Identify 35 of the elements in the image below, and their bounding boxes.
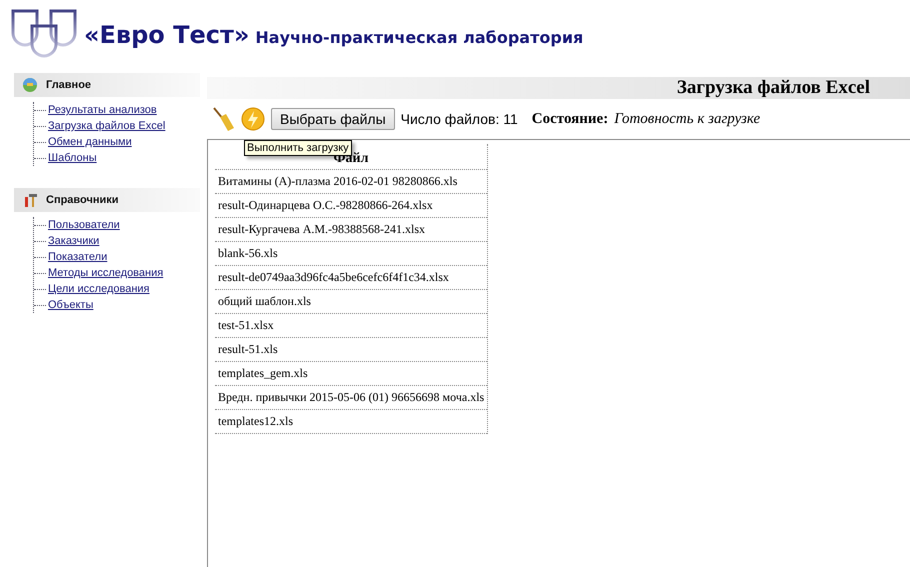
table-cell: templates12.xls [215, 410, 487, 434]
sidebar-link[interactable]: Показатели [48, 251, 108, 263]
sidebar-link[interactable]: Методы исследования [48, 267, 164, 279]
table-cell: blank-56.xls [215, 242, 487, 266]
globe-icon [22, 77, 38, 93]
file-count: Число файлов: 11 [400, 111, 518, 127]
table-cell: Витамины (А)-плазма 2016-02-01 98280866.xls [215, 170, 487, 194]
site-subtitle: Научно-практическая лаборатория [255, 28, 584, 46]
brand-name: «Евро Тест» [84, 21, 250, 49]
sidebar-link[interactable]: Заказчики [48, 235, 100, 247]
lightning-icon[interactable] [241, 107, 265, 131]
sidebar-link[interactable]: Шаблоны [48, 152, 97, 164]
section-title: Справочники [46, 194, 119, 206]
tooltip: Выполнить загрузку [244, 140, 352, 156]
table-cell: Вредн. привычки 2015-05-06 (01) 96656698 моча.xls [215, 386, 487, 410]
table-cell: test-51.xlsx [215, 314, 487, 338]
page-title: Загрузка файлов Excel [207, 77, 910, 99]
table-cell: result-51.xls [215, 338, 487, 362]
table-cell: общий шаблон.xls [215, 290, 487, 314]
table-cell: result-de0749aa3d96fc4a5be6cefc6f4f1c34.xlsx [215, 266, 487, 290]
table-cell: result-Одинарцева О.С.-98280866-264.xlsx [215, 194, 487, 218]
state-value: Готовность к загрузке [614, 110, 760, 128]
sidebar-link[interactable]: Объекты [48, 299, 94, 311]
table-cell: templates_gem.xls [215, 362, 487, 386]
choose-files-button[interactable]: Выбрать файлы [271, 108, 395, 130]
state-label: Состояние: [532, 110, 608, 128]
section-title: Главное [46, 79, 92, 91]
broom-icon[interactable] [211, 106, 235, 132]
sidebar-link[interactable]: Цели исследования [48, 283, 150, 295]
tools-icon [22, 192, 38, 208]
sidebar-link[interactable]: Результаты анализов [48, 104, 157, 116]
table-cell: result-Кургачева А.М.-98388568-241.xlsx [215, 218, 487, 242]
sidebar-link[interactable]: Загрузка файлов Excel [48, 120, 166, 132]
sidebar-link[interactable]: Пользователи [48, 219, 120, 231]
sidebar-link[interactable]: Обмен данными [48, 136, 132, 148]
